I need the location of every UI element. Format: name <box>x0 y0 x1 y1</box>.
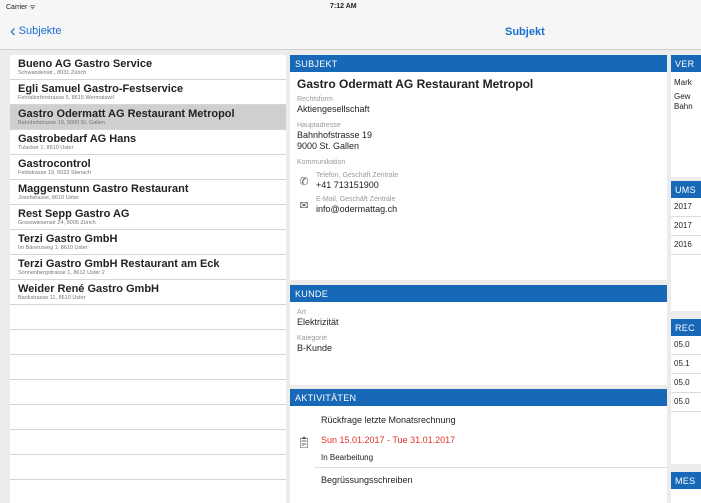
rechnung-row[interactable]: 05.0 <box>671 374 701 393</box>
aktivitaeten-panel: AKTIVITÄTEN 📋︎ Rückfrage letzte Monatsre… <box>290 389 667 503</box>
email-value: info@odermattag.ch <box>316 204 398 214</box>
list-item-name: Bueno AG Gastro Service <box>18 58 153 70</box>
list-item-name: Egli Samuel Gastro-Festservice <box>18 83 184 95</box>
list-empty-row <box>10 430 286 455</box>
rechnung-panel-partial: REC 05.0 05.1 05.0 05.0 <box>671 319 701 464</box>
status-time: 7:12 AM <box>330 3 357 10</box>
list-empty-row <box>10 305 286 330</box>
list-item-name: Gastro Odermatt AG Restaurant Metropol <box>18 108 235 120</box>
phone-contact[interactable]: ✆ Telefon, Geschäft Zentrale +41 7131519… <box>290 171 667 191</box>
envelope-icon: ✉ <box>299 199 309 212</box>
back-button[interactable]: ‹ Subjekte <box>10 21 62 40</box>
list-empty-row <box>10 455 286 480</box>
list-item[interactable]: Gastrocontrol Feldstrasse 19, 5023 Stena… <box>10 155 286 180</box>
back-button-label: Subjekte <box>18 25 62 37</box>
list-item-name: Rest Sepp Gastro AG <box>18 208 130 220</box>
list-item-address: Im Bärenzweg 1, 8610 Uster <box>18 245 88 251</box>
list-item-address: Bankstrasse 11, 8610 Uster <box>18 295 86 301</box>
list-item[interactable]: Weider René Gastro GmbH Bankstrasse 11, … <box>10 280 286 305</box>
vertrag-text: Bahn <box>674 102 693 111</box>
rechtsform-value: Aktiengesellschaft <box>297 104 370 114</box>
status-bar: Carrier ᯤ 7:12 AM <box>0 0 701 14</box>
umsatz-row[interactable]: 2017 <box>671 198 701 217</box>
list-item[interactable]: Terzi Gastro GmbH Im Bärenzweg 1, 8610 U… <box>10 230 286 255</box>
art-value: Elektrizität <box>297 317 339 327</box>
phone-icon: ✆ <box>299 175 309 188</box>
umsatz-panel-partial: UMS 2017 2017 2016 <box>671 181 701 311</box>
list-item-name: Terzi Gastro GmbH Restaurant am Eck <box>18 258 220 270</box>
kategorie-value: B-Kunde <box>297 343 333 353</box>
messages-panel-partial: MES <box>671 472 701 503</box>
aktivitaeten-header: AKTIVITÄTEN <box>290 389 667 406</box>
list-empty-row <box>10 330 286 355</box>
phone-value: +41 713151900 <box>316 180 379 190</box>
list-empty-row <box>10 355 286 380</box>
list-item-name: Maggenstunn Gastro Restaurant <box>18 183 189 195</box>
list-item-address: Feldstrasse 19, 5023 Stenach <box>18 170 92 176</box>
subjekt-title: Gastro Odermatt AG Restaurant Metropol <box>297 77 534 91</box>
email-label: E-Mail, Geschäft Zentrale <box>316 196 396 203</box>
kommunikation-label: Kommunikation <box>297 159 346 166</box>
umsatz-header: UMS <box>671 181 701 198</box>
rechnung-row[interactable]: 05.0 <box>671 336 701 355</box>
email-contact[interactable]: ✉ E-Mail, Geschäft Zentrale info@odermat… <box>290 195 667 215</box>
messages-header: MES <box>671 472 701 489</box>
art-label: Art <box>297 309 306 316</box>
umsatz-row[interactable]: 2017 <box>671 217 701 236</box>
list-item-address: Bahnhofstrasse 19, 9000 St. Gallen <box>18 120 105 126</box>
list-item[interactable]: Gastrobedarf AG Hans Tulacker 1, 8610 Us… <box>10 130 286 155</box>
list-item-address: Schwandenstr., 8031 Zürich <box>18 70 87 76</box>
hauptadresse-label: Hauptadresse <box>297 122 341 129</box>
list-item[interactable]: Bueno AG Gastro Service Schwandenstr., 8… <box>10 55 286 80</box>
clipboard-icon: 📋︎ <box>297 437 311 449</box>
umsatz-row[interactable]: 2016 <box>671 236 701 255</box>
subjekt-header: SUBJEKT <box>290 55 667 72</box>
activity-status: In Bearbeitung <box>321 453 374 462</box>
list-item-address: Sonnenbergstrasse 1, 8612 Uster 2 <box>18 270 105 276</box>
subject-list: Bueno AG Gastro Service Schwandenstr., 8… <box>10 55 286 503</box>
list-item-name: Gastrobedarf AG Hans <box>18 133 137 145</box>
nav-title: Subjekt <box>505 26 545 38</box>
activity-title: Rückfrage letzte Monatsrechnung <box>321 415 456 425</box>
activity-title: Begrüssungsschreiben <box>321 475 413 485</box>
address-line-1: Bahnhofstrasse 19 <box>297 130 373 140</box>
list-item-name: Terzi Gastro GmbH <box>18 233 118 245</box>
list-item[interactable]: Egli Samuel Gastro-Festservice Fehraltor… <box>10 80 286 105</box>
kategorie-label: Kategorie <box>297 335 327 342</box>
navigation-bar: ‹ Subjekte Subjekt <box>0 14 701 50</box>
activity-item[interactable]: 📋︎ Rückfrage letzte Monatsrechnung Sun 1… <box>290 406 667 467</box>
activity-item[interactable]: Begrüssungsschreiben <box>314 467 667 486</box>
chevron-left-icon: ‹ <box>10 21 16 40</box>
carrier-label: Carrier ᯤ <box>6 4 36 11</box>
phone-label: Telefon, Geschäft Zentrale <box>316 172 399 179</box>
rechnung-row[interactable]: 05.1 <box>671 355 701 374</box>
rechtsform-label: Rechtsform <box>297 96 333 103</box>
kunde-panel: KUNDE Art Elektrizität Kategorie B-Kunde <box>290 285 667 385</box>
vertrag-header: VER <box>671 55 701 72</box>
list-item[interactable]: Terzi Gastro GmbH Restaurant am Eck Sonn… <box>10 255 286 280</box>
address-line-2: 9000 St. Gallen <box>297 141 360 151</box>
vertrag-panel-partial: VER Mark Gew Bahn <box>671 55 701 177</box>
list-item-address: Grosswiesenstr 24, 8005 Zürich <box>18 220 96 226</box>
list-item-address: Fehraltorferstrasse 5, 8615 Wermatswil <box>18 95 114 101</box>
list-item-selected[interactable]: Gastro Odermatt AG Restaurant Metropol B… <box>10 105 286 130</box>
list-item-name: Weider René Gastro GmbH <box>18 283 159 295</box>
vertrag-text: Gew <box>674 92 691 101</box>
list-item-address: Josefstrasse, 8610 Uster <box>18 195 79 201</box>
kunde-header: KUNDE <box>290 285 667 302</box>
rechnung-header: REC <box>671 319 701 336</box>
list-item-address: Tulacker 1, 8610 Uster <box>18 145 74 151</box>
list-item-name: Gastrocontrol <box>18 158 91 170</box>
activity-date: Sun 15.01.2017 - Tue 31.01.2017 <box>321 435 456 445</box>
vertrag-text: Mark <box>674 78 692 87</box>
list-empty-row <box>10 380 286 405</box>
list-empty-row <box>10 405 286 430</box>
subjekt-panel: SUBJEKT Gastro Odermatt AG Restaurant Me… <box>290 55 667 280</box>
list-item[interactable]: Rest Sepp Gastro AG Grosswiesenstr 24, 8… <box>10 205 286 230</box>
list-item[interactable]: Maggenstunn Gastro Restaurant Josefstras… <box>10 180 286 205</box>
rechnung-row[interactable]: 05.0 <box>671 393 701 412</box>
